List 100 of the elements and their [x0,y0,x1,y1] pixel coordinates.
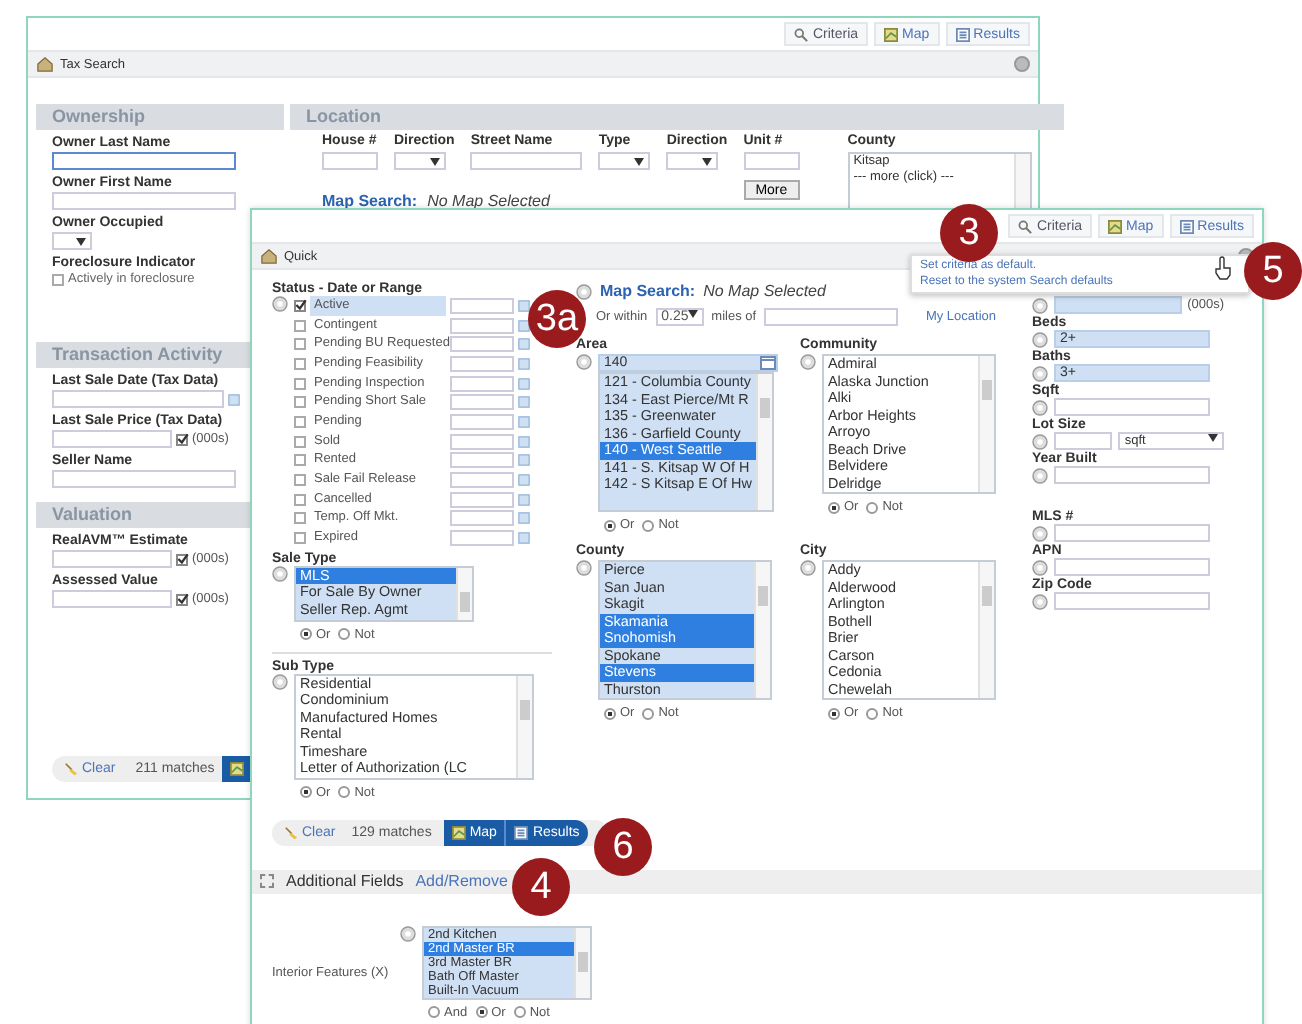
help-icon[interactable] [1032,593,1048,609]
radio-button[interactable] [828,501,840,513]
text-field[interactable] [1054,398,1210,416]
radio-button[interactable] [475,1006,488,1019]
date-field[interactable] [52,390,224,408]
checkbox[interactable] [294,319,306,332]
picker-icon[interactable] [760,356,776,370]
text-field[interactable] [1054,558,1210,576]
radio-button[interactable] [604,707,616,719]
text-field[interactable] [322,152,378,170]
checkbox[interactable] [294,454,306,467]
checkbox[interactable] [176,433,188,445]
text-field[interactable] [52,470,236,488]
text-field[interactable] [52,152,236,170]
radio-button[interactable] [428,1006,440,1019]
scrollbar[interactable] [978,356,994,492]
scrollbar[interactable] [574,927,590,998]
help-icon[interactable] [1032,433,1048,449]
date-field[interactable] [450,394,514,411]
dropdown[interactable] [598,152,651,170]
checkbox[interactable] [294,435,306,448]
radio-button[interactable] [642,707,655,719]
caret-icon [702,157,713,165]
scrollbar[interactable] [754,562,770,698]
text-field[interactable] [1054,592,1210,610]
dropdown[interactable] [394,152,446,170]
checkbox[interactable] [176,593,188,605]
scrollbar[interactable] [978,562,994,698]
help-icon[interactable] [576,283,592,299]
scrollbar[interactable] [516,675,532,778]
help-icon[interactable] [1032,559,1048,575]
help-icon[interactable] [800,354,816,370]
help-icon[interactable] [1032,399,1048,415]
date-field[interactable] [450,491,514,508]
checkbox[interactable] [294,512,306,525]
text-field[interactable] [52,192,236,210]
date-field[interactable] [450,433,514,450]
amount-field[interactable] [1054,296,1182,314]
radio-button[interactable] [513,1006,526,1019]
radio-button[interactable] [300,628,312,641]
help-icon[interactable] [400,925,416,942]
scrollbar[interactable] [456,567,472,620]
help-icon[interactable] [1032,297,1048,313]
radio-button[interactable] [866,501,879,513]
map-search-link[interactable]: Map Search: [600,282,696,300]
radio-button[interactable] [828,707,840,719]
checkbox[interactable] [294,299,306,312]
help-icon[interactable] [1032,525,1048,541]
checkbox[interactable] [176,553,188,565]
help-icon[interactable] [800,560,816,576]
date-field[interactable] [450,530,514,547]
date-field[interactable] [450,510,514,527]
dropdown[interactable] [52,232,92,250]
help-icon[interactable] [1032,467,1048,483]
date-field[interactable] [450,413,514,430]
checkbox[interactable] [294,493,306,506]
checkbox[interactable] [294,396,306,409]
date-field[interactable] [450,336,514,353]
checkbox[interactable] [294,474,306,487]
checkbox[interactable] [294,377,306,390]
amount-field[interactable] [52,430,172,448]
checkbox[interactable] [294,532,306,545]
map-icon [230,762,245,776]
radio-button[interactable] [604,519,616,531]
checkbox[interactable] [294,415,306,428]
location-field[interactable] [764,308,898,326]
date-field[interactable] [450,452,514,469]
radio-button[interactable] [866,707,879,719]
help-icon[interactable] [1032,331,1048,347]
text-field[interactable] [1054,524,1210,542]
text-field[interactable] [743,152,800,170]
radio-button[interactable] [338,786,351,799]
amount-field[interactable] [52,550,172,568]
help-icon[interactable] [272,296,288,312]
map-search-link[interactable]: Map Search: [322,192,418,210]
text-field[interactable] [470,152,583,170]
date-field[interactable] [450,375,514,392]
scrollbar[interactable] [1013,154,1030,214]
help-icon[interactable] [1032,365,1048,381]
amount-field[interactable] [52,590,172,608]
date-field[interactable] [450,297,514,314]
radio-button[interactable] [642,519,655,531]
date-field[interactable] [450,355,514,372]
help-icon[interactable] [576,354,592,370]
radio-button[interactable] [300,786,312,799]
help-icon[interactable] [272,673,288,690]
checkbox[interactable] [294,338,306,351]
checkbox[interactable] [294,357,306,370]
map-button[interactable] [222,756,253,782]
help-icon[interactable] [272,565,288,582]
date-field[interactable] [450,472,514,489]
date-field[interactable] [450,317,514,334]
scrollbar[interactable] [756,374,772,510]
text-field[interactable] [1054,432,1113,450]
checkbox[interactable] [52,273,64,285]
radio-button[interactable] [338,628,351,641]
add-remove-link[interactable]: Add/Remove [415,872,508,891]
text-field[interactable] [1054,466,1210,484]
help-icon[interactable] [576,560,592,576]
dropdown[interactable] [666,152,719,170]
